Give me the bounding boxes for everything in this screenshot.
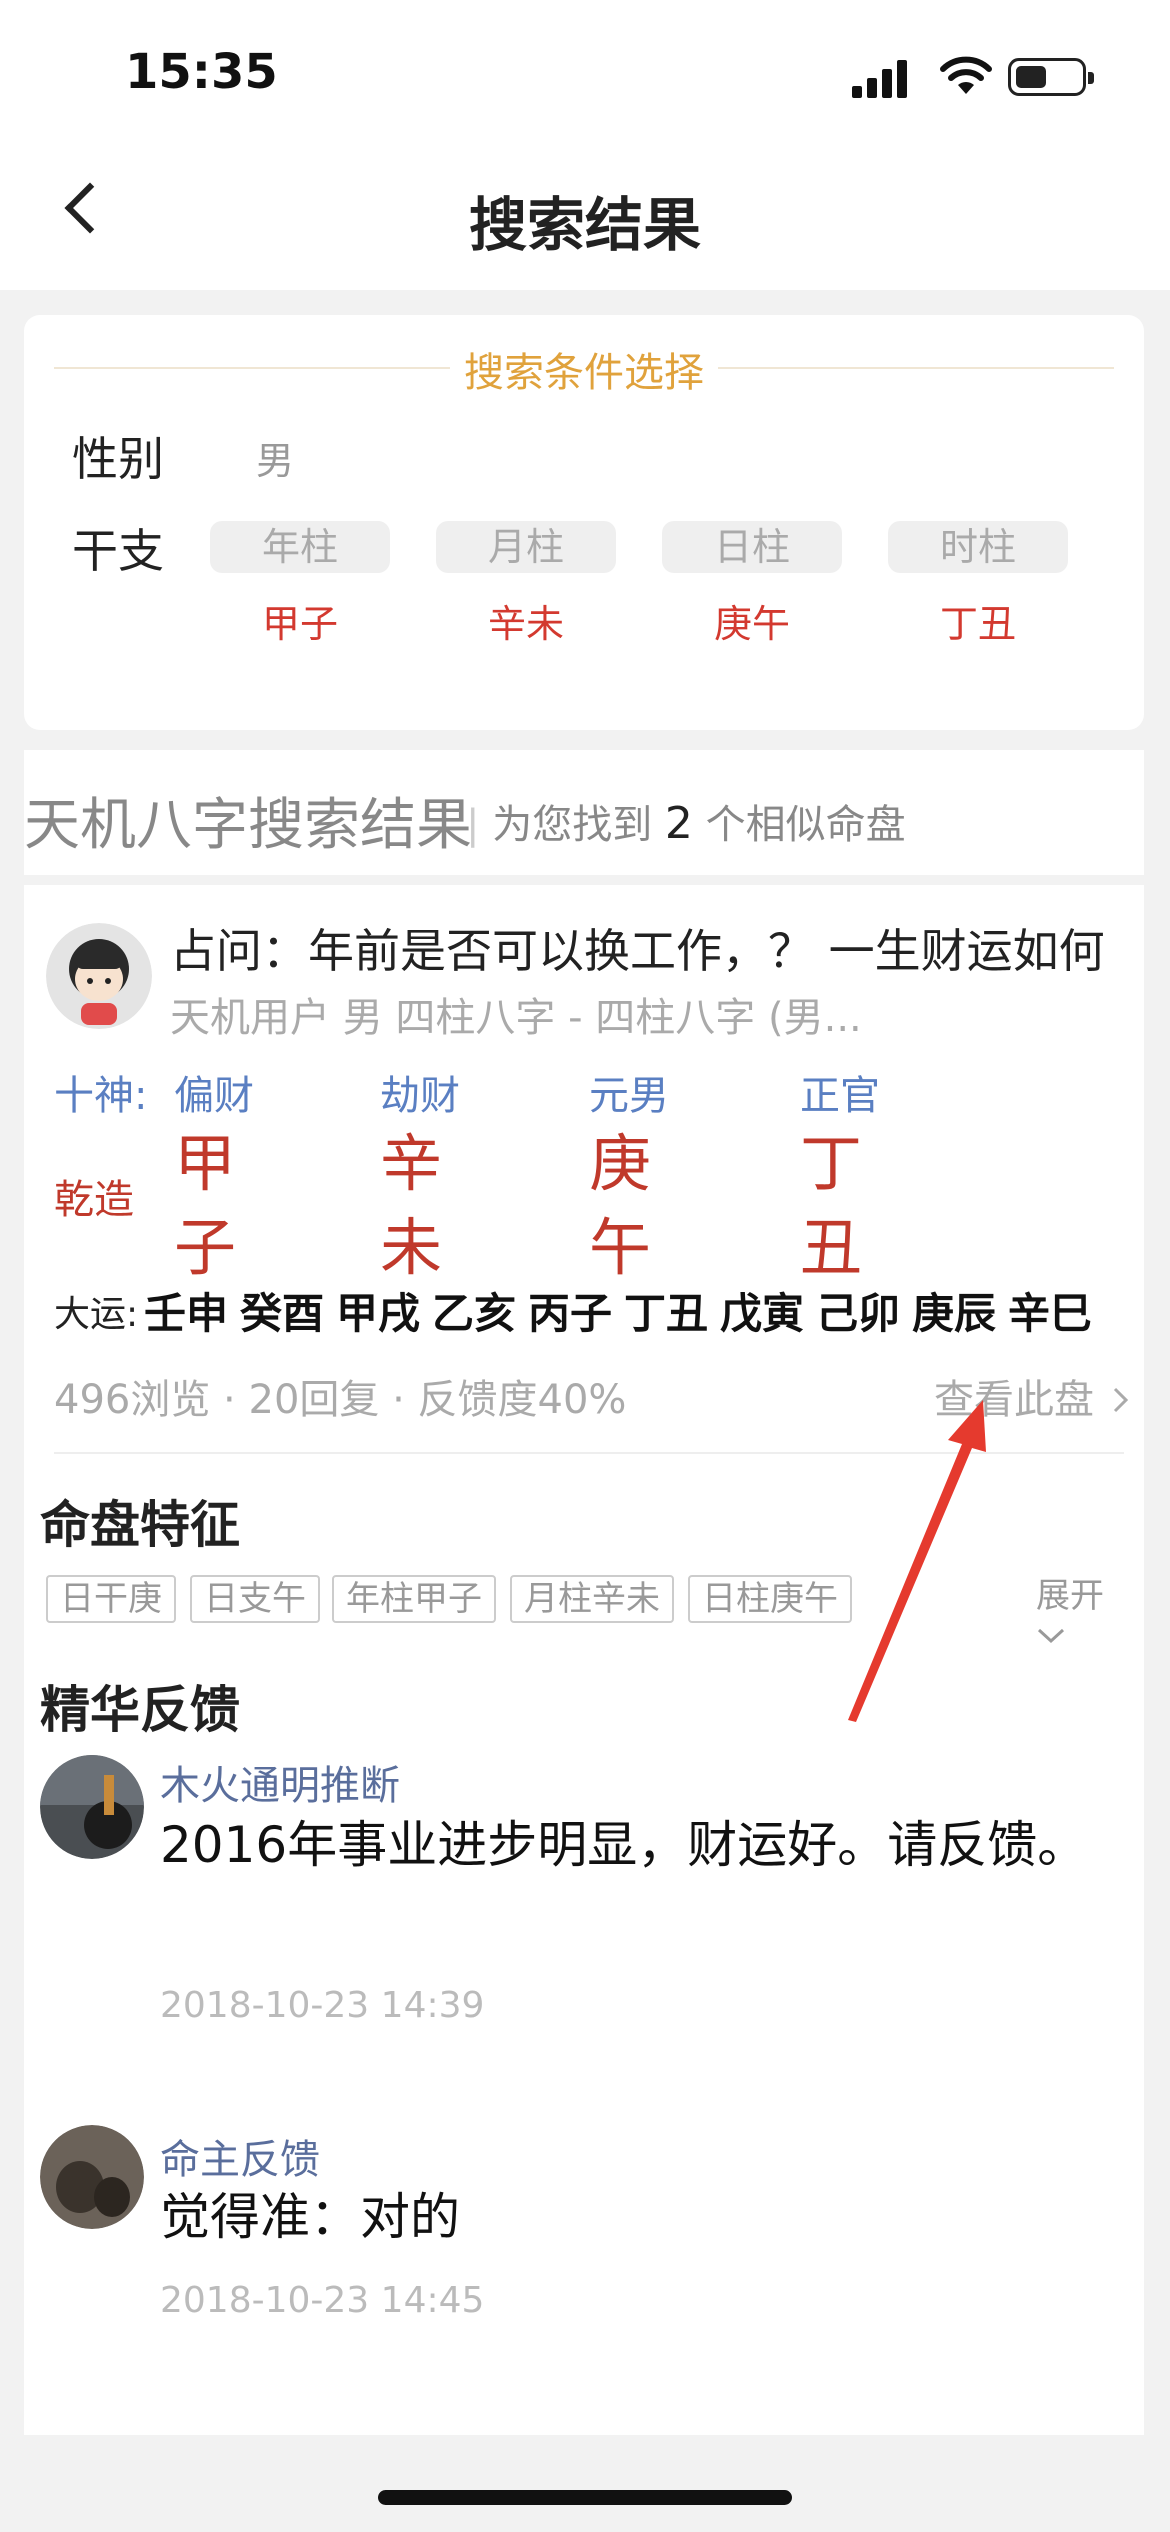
ganzhi-label: 干支 <box>72 524 164 578</box>
feature-tag[interactable]: 日支午 <box>190 1575 320 1623</box>
dayun-item: 丙子 <box>528 1289 613 1338</box>
year-pillar-value: 甲子 <box>261 602 338 646</box>
chevron-down-icon <box>1037 1628 1065 1644</box>
dayun-item: 壬申 <box>144 1289 229 1338</box>
cellular-signal-icon <box>852 60 907 98</box>
chevron-right-icon <box>1113 1387 1128 1413</box>
dayun-label: 大运: <box>54 1294 139 1335</box>
feedback-time: 2018-10-23 14:45 <box>160 2280 485 2321</box>
month-pillar-button[interactable]: 月柱 <box>436 521 616 573</box>
branch-hour: 丑 <box>800 1211 863 1284</box>
results-suffix: 个相似命盘 <box>705 802 906 848</box>
question-title[interactable]: 占问：年前是否可以换工作，？ 一生财运如何 <box>170 915 1105 981</box>
feedback-avatar <box>40 1755 144 1859</box>
feedback-time: 2018-10-23 14:39 <box>160 1985 485 2026</box>
results-title: 天机八字搜索结果 <box>24 793 472 858</box>
branch-day: 午 <box>589 1211 652 1284</box>
results-summary: | 为您找到 2 个相似命盘 <box>466 792 906 850</box>
dayun-item: 己卯 <box>816 1289 901 1338</box>
dayun-item: 甲戌 <box>336 1289 421 1338</box>
hour-pillar-value: 丁丑 <box>939 602 1016 646</box>
branch-month: 未 <box>380 1211 443 1284</box>
view-chart-link[interactable]: 查看此盘 <box>934 1367 1131 1425</box>
conditions-title: 搜索条件选择 <box>24 340 1144 398</box>
dayun-item: 乙亥 <box>432 1289 517 1338</box>
battery-icon <box>1008 58 1094 96</box>
qianzao-label: 乾造 <box>54 1177 134 1223</box>
view-chart-label: 查看此盘 <box>934 1377 1094 1423</box>
feedback-title: 精华反馈 <box>40 1681 240 1739</box>
feedback-text: 觉得准：对的 <box>160 2188 460 2246</box>
features-title: 命盘特征 <box>40 1496 240 1554</box>
stem-day: 庚 <box>589 1127 652 1200</box>
results-header: 天机八字搜索结果 | 为您找到 2 个相似命盘 <box>24 750 1144 875</box>
result-card[interactable]: 占问：年前是否可以换工作，？ 一生财运如何 天机用户 男 四柱八字 - 四柱八字… <box>24 885 1144 2435</box>
stem-year: 甲 <box>174 1127 237 1200</box>
hour-pillar-button[interactable]: 时柱 <box>888 521 1068 573</box>
feedback-avatar <box>40 2125 144 2229</box>
feedback-author[interactable]: 木火通明推断 <box>160 1753 400 1811</box>
feature-tag[interactable]: 日干庚 <box>46 1575 176 1623</box>
feedback-text: 2016年事业进步明显，财运好。请反馈。 <box>160 1816 1088 1874</box>
nav-bar: 搜索结果 <box>0 150 1170 290</box>
results-separator: | <box>466 802 480 848</box>
status-time: 15:35 <box>125 44 278 100</box>
user-avatar <box>46 923 152 1029</box>
results-count: 2 <box>664 798 693 849</box>
wifi-icon <box>940 56 992 94</box>
dayun-item: 丁丑 <box>624 1289 709 1338</box>
expand-label: 展开 <box>1036 1576 1104 1616</box>
section-divider <box>54 1452 1124 1454</box>
page-title: 搜索结果 <box>468 191 701 259</box>
expand-toggle[interactable]: 展开 <box>1036 1568 1144 1657</box>
stem-hour: 丁 <box>800 1127 863 1200</box>
dayun-item: 辛巳 <box>1008 1289 1093 1338</box>
status-bar: 15:35 <box>0 0 1170 150</box>
month-pillar-value: 辛未 <box>487 602 564 646</box>
year-pillar-button[interactable]: 年柱 <box>210 521 390 573</box>
dayun-item: 癸酉 <box>240 1289 325 1338</box>
case-meta: 天机用户 男 四柱八字 - 四柱八字 (男... <box>170 995 862 1041</box>
search-conditions-card: 搜索条件选择 性别 男 干支 年柱 月柱 日柱 时柱 甲子 辛未 庚午 丁丑 <box>24 315 1144 730</box>
branch-year: 子 <box>174 1211 237 1284</box>
day-pillar-value: 庚午 <box>713 602 790 646</box>
dayun-item: 戊寅 <box>720 1289 805 1338</box>
dayun-item: 庚辰 <box>912 1289 997 1338</box>
gender-label: 性别 <box>72 432 164 486</box>
home-indicator <box>378 2490 792 2505</box>
case-stats: 496浏览 · 20回复 · 反馈度40% <box>54 1377 627 1423</box>
stem-month: 辛 <box>380 1127 443 1200</box>
gender-value[interactable]: 男 <box>256 430 294 485</box>
day-pillar-button[interactable]: 日柱 <box>662 521 842 573</box>
shishen-label: 十神: <box>54 1073 148 1119</box>
feature-tag[interactable]: 日柱庚午 <box>688 1575 852 1623</box>
results-prefix: 为您找到 <box>492 802 653 848</box>
feature-tag[interactable]: 年柱甲子 <box>332 1575 496 1623</box>
feature-tag[interactable]: 月柱辛未 <box>510 1575 674 1623</box>
